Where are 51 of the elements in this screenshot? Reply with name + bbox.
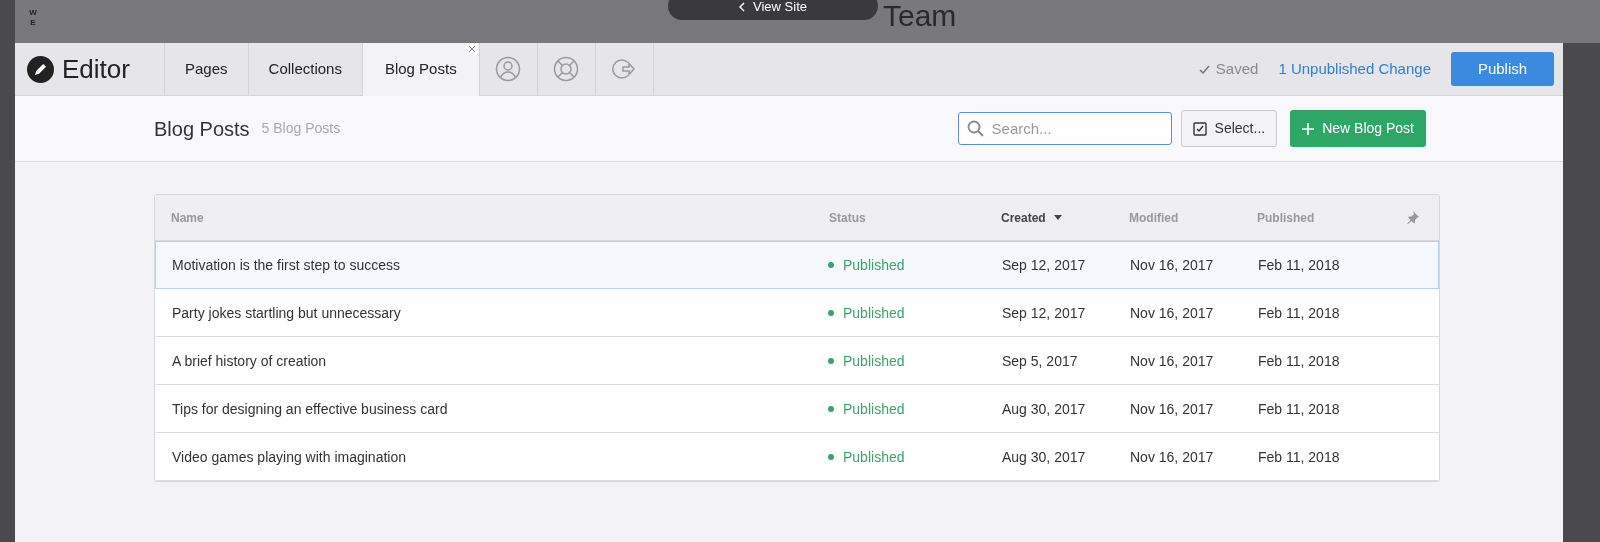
created-date: Sep 12, 2017 xyxy=(1001,303,1087,323)
status-text: Published xyxy=(843,399,905,419)
side-letter: E xyxy=(30,18,36,28)
status-text: Published xyxy=(843,447,905,467)
site-title: Team xyxy=(883,0,957,32)
status-text: Published xyxy=(843,255,905,275)
table-row[interactable]: Motivation is the first step to success Published Sep 12, 2017 Nov 16, 2017 Feb 11, 2018 xyxy=(155,241,1439,289)
modified-date: Nov 16, 2017 xyxy=(1129,447,1215,467)
post-count: 5 Blog Posts xyxy=(261,119,341,138)
editor-logo-text: Editor xyxy=(62,52,130,86)
nav-tab[interactable]: Blog Posts xyxy=(362,43,480,96)
column-header[interactable]: Created xyxy=(1001,208,1062,227)
published-date: Feb 11, 2018 xyxy=(1257,447,1341,467)
search-field[interactable]: Search... xyxy=(957,112,1172,145)
published-date: Feb 11, 2018 xyxy=(1257,255,1341,275)
created-date: Aug 30, 2017 xyxy=(1001,447,1087,467)
published-date: Feb 11, 2018 xyxy=(1257,399,1341,419)
view-site-button[interactable]: View Site xyxy=(668,0,878,20)
post-name: A brief history of creation xyxy=(172,351,328,371)
sort-caret-icon xyxy=(1053,215,1062,220)
check-icon xyxy=(1198,64,1210,74)
created-date: Sep 5, 2017 xyxy=(1001,351,1079,371)
exit-icon xyxy=(611,56,638,82)
select-button[interactable]: Select... xyxy=(1180,110,1278,147)
chevron-left-icon xyxy=(739,2,745,12)
lifebuoy-icon xyxy=(553,56,580,82)
side-letter: W xyxy=(29,8,37,18)
modified-date: Nov 16, 2017 xyxy=(1129,255,1215,275)
created-date: Aug 30, 2017 xyxy=(1001,399,1087,419)
status-text: Published xyxy=(843,303,905,323)
pin-icon[interactable] xyxy=(1406,211,1419,224)
created-date: Sep 12, 2017 xyxy=(1001,255,1087,275)
modified-date: Nov 16, 2017 xyxy=(1129,399,1215,419)
saved-status: Saved xyxy=(1215,58,1259,79)
checkbox-icon xyxy=(1192,121,1207,136)
pen-logo-icon xyxy=(27,55,54,83)
search-icon xyxy=(966,120,984,137)
close-icon[interactable] xyxy=(464,43,479,56)
page-title: Blog Posts xyxy=(154,116,250,142)
status-text: Published xyxy=(843,351,905,371)
plus-icon xyxy=(1302,122,1315,135)
post-name: Tips for designing an effective business card xyxy=(172,399,449,419)
publish-button[interactable]: Publish xyxy=(1451,52,1554,86)
modified-date: Nov 16, 2017 xyxy=(1129,303,1215,323)
post-name: Party jokes startling but unnecessary xyxy=(172,303,402,323)
user-icon xyxy=(495,56,522,82)
post-name: Motivation is the first step to success xyxy=(172,255,401,275)
published-date: Feb 11, 2018 xyxy=(1257,351,1341,371)
modified-date: Nov 16, 2017 xyxy=(1129,351,1215,371)
post-name: Video games playing with imagination xyxy=(172,447,407,467)
published-date: Feb 11, 2018 xyxy=(1257,303,1341,323)
